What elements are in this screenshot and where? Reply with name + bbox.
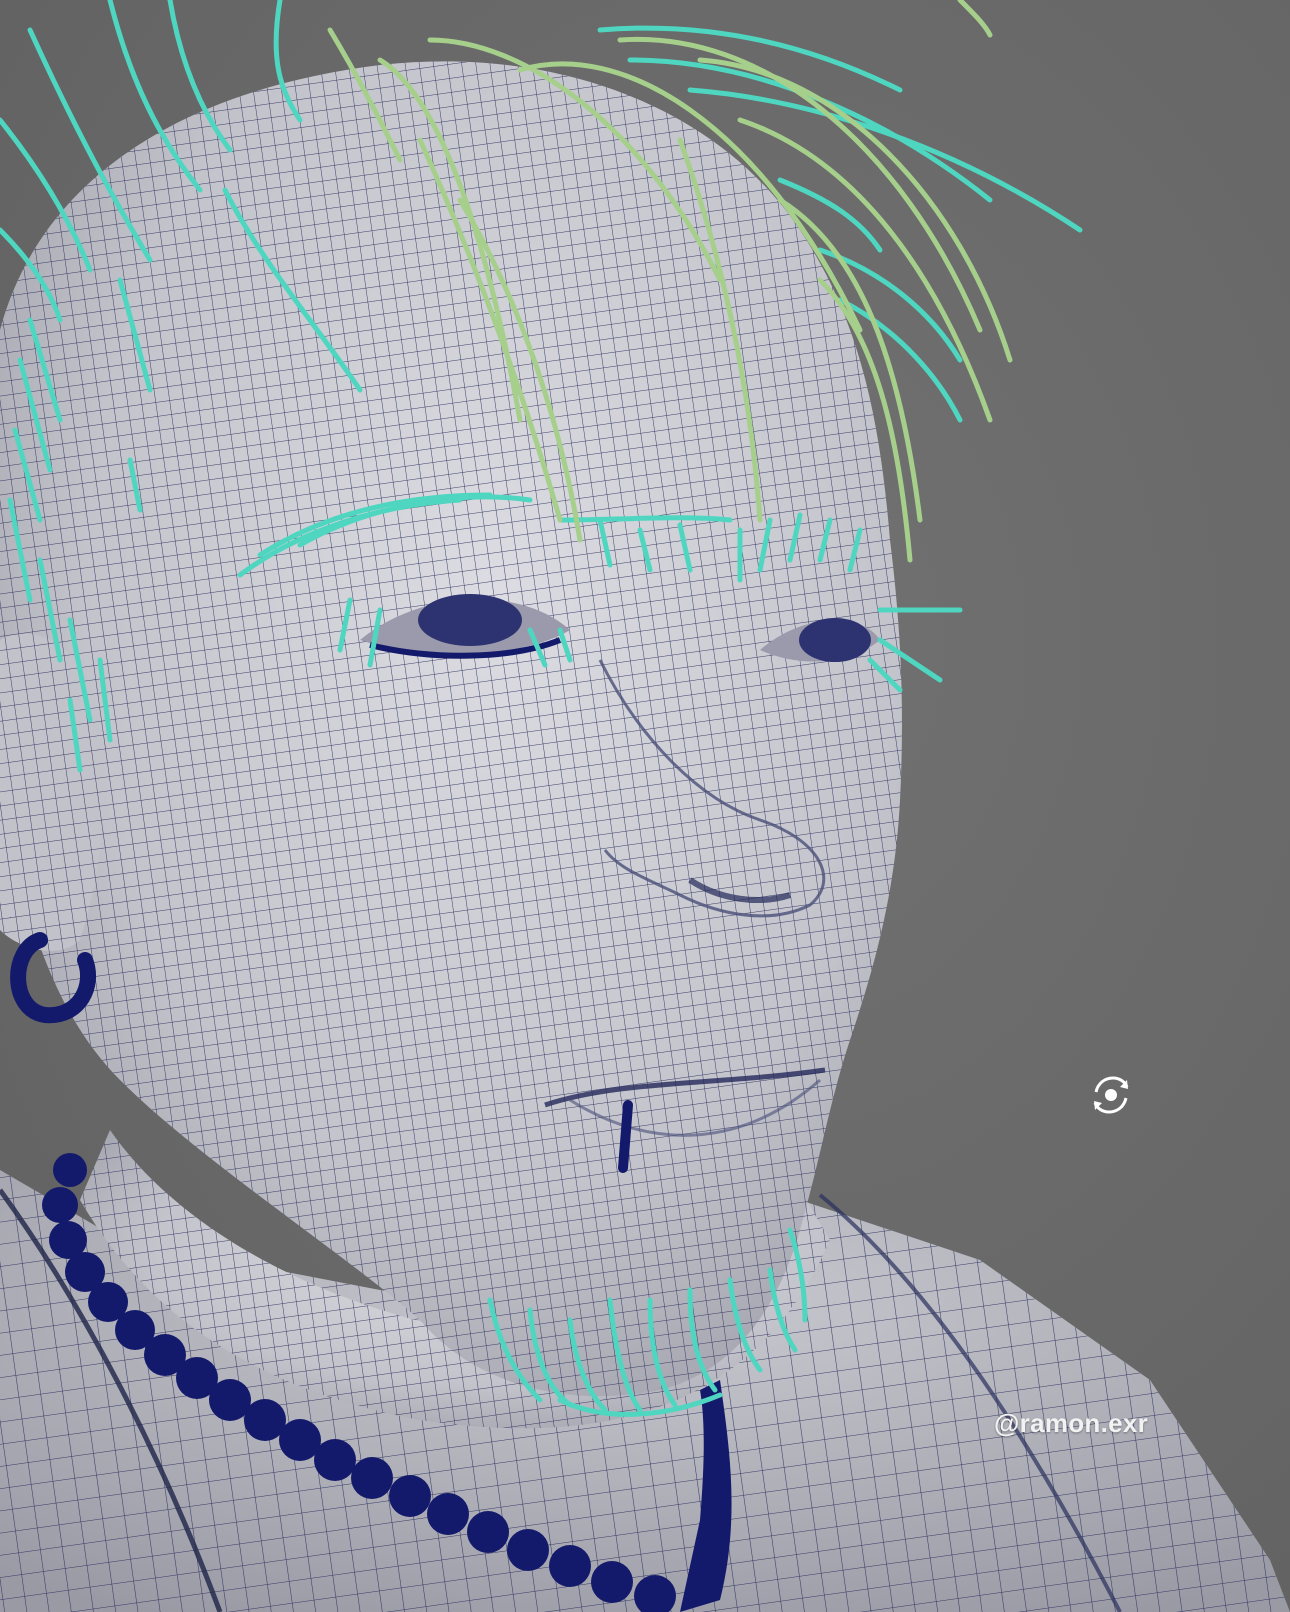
orbit-rotate-glyph (1093, 1076, 1129, 1114)
character-scene (0, 0, 1290, 1612)
orbit-rotate-icon[interactable] (1088, 1072, 1134, 1118)
lip-piercing (618, 1100, 633, 1173)
right-eye (799, 618, 871, 662)
3d-viewport[interactable]: @ramon.exr (0, 0, 1290, 1612)
left-eye (418, 594, 522, 646)
watermark-handle: @ramon.exr (994, 1408, 1149, 1438)
